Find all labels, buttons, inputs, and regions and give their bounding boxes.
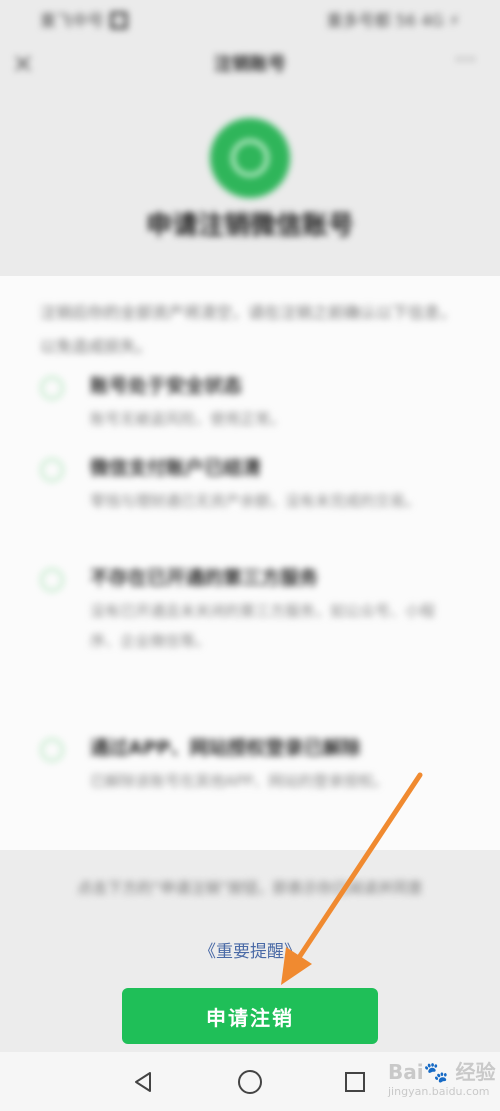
condition-item: 微信支付账户已结清 零钱与理财通已无资产余额，没有未完成的交易。 [40, 454, 460, 516]
check-icon [40, 568, 64, 592]
condition-desc: 已解除该账号在其他APP、网站的登录授权。 [90, 772, 389, 790]
status-bar: 重飞中号 🔲 重多号都 56 4G ⚡ [0, 0, 500, 38]
condition-title: 通过APP、网站授权登录已解除 [90, 737, 361, 759]
status-left: 重飞中号 🔲 [40, 11, 130, 30]
more-icon[interactable]: ··· [455, 48, 476, 73]
check-icon [40, 376, 64, 400]
apply-cancel-button[interactable]: 申请注销 [122, 988, 378, 1044]
status-right: 重多号都 56 4G ⚡ [326, 11, 460, 30]
wechat-logo [210, 118, 290, 198]
back-icon[interactable] [123, 1062, 163, 1102]
recents-icon[interactable] [335, 1062, 375, 1102]
condition-title: 账号处于安全状态 [90, 375, 243, 397]
intro-text: 注销后你的全部资产将清空，请在注销之前确认以下信息，以免造成损失。 [40, 303, 457, 356]
condition-title: 不存在已开通的第三方服务 [90, 567, 319, 589]
check-icon [40, 458, 64, 482]
condition-item: 账号处于安全状态 账号无被盗风险，使用正常。 [40, 372, 460, 434]
condition-item: 通过APP、网站授权登录已解除 已解除该账号在其他APP、网站的登录授权。 [40, 734, 460, 796]
watermark-text: Bai🐾 经验 [388, 1060, 496, 1084]
condition-item: 不存在已开通的第三方服务 没有已开通且未关闭的第三方服务，如公众号、小程序、企业… [40, 564, 460, 656]
watermark-sub: jingyan.baidu.com [388, 1085, 490, 1098]
home-icon[interactable] [230, 1062, 270, 1102]
condition-desc: 零钱与理财通已无资产余额，没有未完成的交易。 [90, 492, 421, 510]
page-title: 申请注销微信账号 [145, 211, 354, 241]
condition-title: 微信支付账户已结清 [90, 457, 262, 479]
nav-title: 注销账号 [214, 54, 286, 75]
agreement-note: 点击下方的“申请注销”按钮，即表示你已阅读并同意 [77, 879, 423, 897]
nav-bar: ✕ 注销账号 ··· [0, 38, 500, 88]
baidu-watermark: Bai🐾 经验 jingyan.baidu.com [388, 1056, 495, 1098]
conditions-panel: 注销后你的全部资产将清空，请在注销之前确认以下信息，以免造成损失。 账号处于安全… [0, 276, 500, 850]
check-icon [40, 738, 64, 762]
important-reminder-link[interactable]: 《重要提醒》 [0, 937, 500, 962]
close-icon[interactable]: ✕ [12, 50, 34, 80]
condition-desc: 没有已开通且未关闭的第三方服务，如公众号、小程序、企业微信等。 [90, 602, 436, 650]
condition-desc: 账号无被盗风险，使用正常。 [90, 410, 286, 428]
power-icon [231, 139, 269, 177]
